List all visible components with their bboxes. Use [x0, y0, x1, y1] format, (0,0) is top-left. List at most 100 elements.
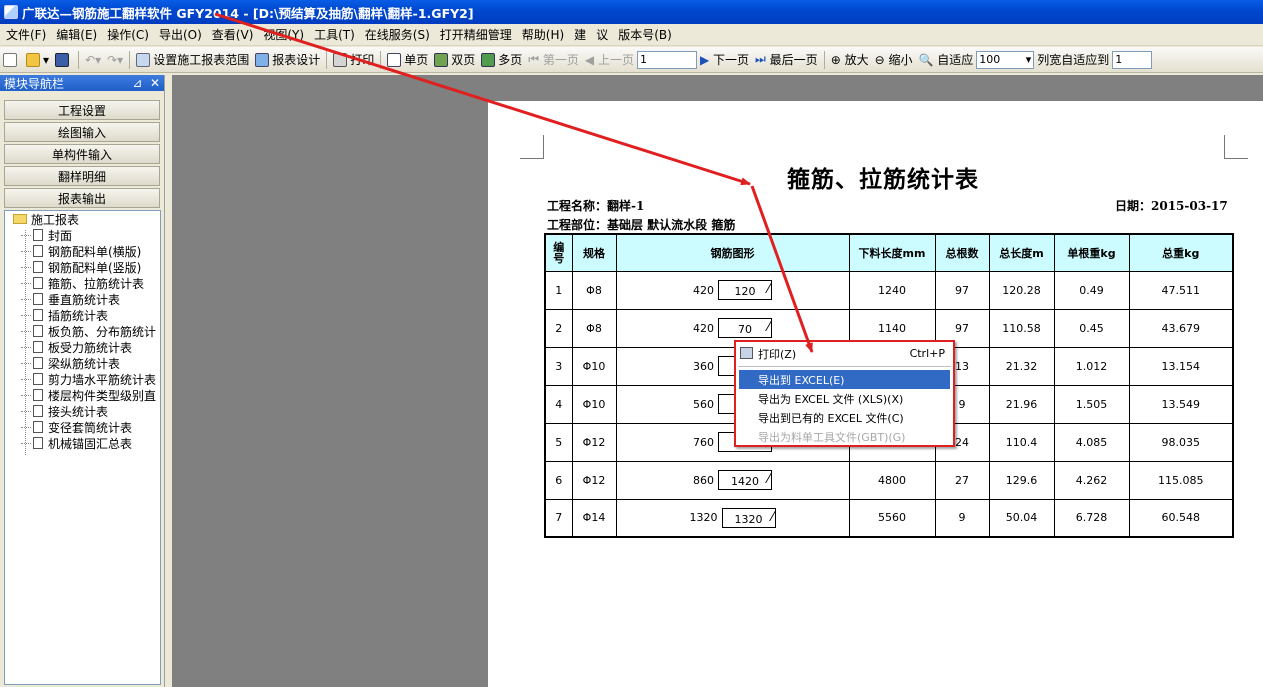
- menu-version[interactable]: 版本号(B): [618, 26, 672, 43]
- tree-item-floor-type[interactable]: 楼层构件类型级别直: [5, 387, 160, 403]
- cell-unit-weight: 6.728: [1053, 498, 1130, 538]
- header-unit-weight: 单根重kg: [1053, 233, 1130, 272]
- prev-page-button[interactable]: ◀ 上一页: [582, 49, 637, 71]
- nav-project-settings[interactable]: 工程设置: [4, 100, 160, 120]
- zoom-out-button[interactable]: ⊖ 缩小: [872, 49, 916, 71]
- redo-button[interactable]: ↷▾: [104, 49, 126, 71]
- last-page-button[interactable]: ⏭ 最后一页: [752, 49, 821, 71]
- save-icon: [55, 52, 70, 67]
- set-range-button[interactable]: 设置施工报表范围: [133, 49, 252, 71]
- tree-item-slab-main[interactable]: 板受力筋统计表: [5, 339, 160, 355]
- toolbar: ▾ ↶▾ ↷▾ 设置施工报表范围 报表设计 打印 单页 双页 多页 ⏮ 第一页 …: [0, 47, 1263, 73]
- fit-button[interactable]: 🔍 自适应: [915, 49, 976, 71]
- print-button[interactable]: 打印: [330, 49, 377, 71]
- cell-length: 1240: [848, 270, 936, 310]
- document-icon: [33, 309, 43, 321]
- next-page-icon: ▶: [699, 52, 714, 67]
- tree-item-sleeve[interactable]: 变径套筒统计表: [5, 419, 160, 435]
- nav-drawing-input[interactable]: 绘图输入: [4, 122, 160, 142]
- header-total-weight: 总重kg: [1128, 233, 1234, 272]
- tree-item-rebar-list-h[interactable]: 钢筋配料单(横版): [5, 243, 160, 259]
- menu-edit[interactable]: 编辑(E): [56, 26, 97, 43]
- menu-tools[interactable]: 工具(T): [314, 26, 355, 43]
- project-name: 工程名称：翻样-1: [547, 199, 645, 213]
- zoom-select[interactable]: 100 ▾: [976, 50, 1035, 69]
- cell-spec: Φ10: [571, 346, 617, 386]
- zoom-in-label: 放大: [844, 53, 869, 67]
- col-fit-label: 列宽自适应到: [1037, 53, 1110, 67]
- rebar-shape: 420 120: [693, 280, 772, 300]
- double-page-button[interactable]: 双页: [431, 49, 478, 71]
- nav-detail[interactable]: 翻样明细: [4, 166, 160, 186]
- report-design-button[interactable]: 报表设计: [252, 49, 323, 71]
- menu-item-export-xls[interactable]: 导出为 EXCEL 文件 (XLS)(X): [736, 389, 953, 408]
- last-page-icon: ⏭: [755, 52, 770, 66]
- tree-item-anchor[interactable]: 机械锚固汇总表: [5, 435, 160, 451]
- nav-report-output[interactable]: 报表输出: [4, 188, 160, 208]
- close-icon[interactable]: ✕: [150, 76, 160, 90]
- table-row: 7 Φ14 1320 1320 5560 9 50.04 6.728 60.548: [544, 498, 1234, 538]
- cell-length: 4800: [848, 460, 936, 500]
- menu-online[interactable]: 在线服务(S): [365, 26, 430, 43]
- single-page-label: 单页: [404, 53, 429, 67]
- pin-icon[interactable]: ⊿: [132, 76, 142, 90]
- tree-item-label: 钢筋配料单(竖版): [48, 260, 142, 275]
- menu-suggest-2[interactable]: 议: [596, 26, 608, 43]
- first-page-icon: ⏮: [528, 52, 543, 66]
- tree-item-cover[interactable]: 封面: [5, 227, 160, 243]
- col-fit-input[interactable]: 1: [1112, 50, 1153, 69]
- first-page-button[interactable]: ⏮ 第一页: [525, 49, 582, 71]
- menu-view[interactable]: 查看(V): [212, 26, 254, 43]
- tree-item-rebar-list-v[interactable]: 钢筋配料单(竖版): [5, 259, 160, 275]
- shape-inner-dim: 70: [738, 323, 752, 336]
- menu-help[interactable]: 帮助(H): [522, 26, 564, 43]
- page-number-input[interactable]: 1: [636, 50, 697, 69]
- prev-page-label: 上一页: [597, 53, 634, 67]
- header-shape: 钢筋图形: [615, 233, 850, 272]
- tree-item-stirrup-stats[interactable]: 箍筋、拉筋统计表: [5, 275, 160, 291]
- multi-page-icon: [481, 52, 496, 67]
- menu-suggest-1[interactable]: 建: [574, 26, 586, 43]
- undo-button[interactable]: ↶▾: [82, 49, 104, 71]
- magnifier-icon: 🔍: [918, 52, 938, 67]
- report-date: 日期：2015-03-17: [1115, 199, 1228, 213]
- header-count: 总根数: [934, 233, 990, 272]
- tree-item-dowel[interactable]: 插筋统计表: [5, 307, 160, 323]
- tree-item-joint[interactable]: 接头统计表: [5, 403, 160, 419]
- menu-item-print[interactable]: 打印(Z) Ctrl+P: [736, 344, 953, 363]
- tree-item-label: 板负筋、分布筋统计: [48, 324, 157, 339]
- tree-item-shear-wall[interactable]: 剪力墙水平筋统计表: [5, 371, 160, 387]
- tree-item-label: 剪力墙水平筋统计表: [48, 372, 157, 387]
- multi-page-button[interactable]: 多页: [478, 49, 525, 71]
- new-button[interactable]: [0, 49, 23, 71]
- next-page-button[interactable]: ▶ 下一页: [697, 49, 752, 71]
- menu-window[interactable]: 视图(Y): [263, 26, 304, 43]
- open-button[interactable]: ▾: [23, 49, 52, 71]
- tree-root[interactable]: 施工报表: [5, 211, 160, 227]
- menu-item-export-gbt[interactable]: 导出为料单工具文件(GBT)(G): [736, 427, 953, 446]
- cell-unit-weight: 0.45: [1053, 308, 1130, 348]
- document-icon: [33, 341, 43, 353]
- menu-export[interactable]: 导出(O): [159, 26, 202, 43]
- tree-root-label: 施工报表: [31, 212, 80, 227]
- menu-file[interactable]: 文件(F): [6, 26, 46, 43]
- tree-item-label: 机械锚固汇总表: [48, 436, 133, 451]
- zoom-in-button[interactable]: ⊕ 放大: [828, 49, 872, 71]
- tree-item-slab-neg[interactable]: 板负筋、分布筋统计: [5, 323, 160, 339]
- nav-single-component-input[interactable]: 单构件输入: [4, 144, 160, 164]
- tree-item-label: 箍筋、拉筋统计表: [48, 276, 145, 291]
- menu-item-export-excel[interactable]: 导出到 EXCEL(E): [739, 370, 950, 389]
- menu-fine-manage[interactable]: 打开精细管理: [440, 26, 512, 43]
- redo-icon: ↷▾: [107, 52, 124, 67]
- menu-operate[interactable]: 操作(C): [107, 26, 149, 43]
- save-button[interactable]: [52, 49, 75, 71]
- cell-no: 6: [544, 460, 573, 500]
- last-page-label: 最后一页: [769, 53, 818, 67]
- single-page-button[interactable]: 单页: [384, 49, 431, 71]
- menu-item-export-existing[interactable]: 导出到已有的 EXCEL 文件(C): [736, 408, 953, 427]
- tree-item-vertical-bar[interactable]: 垂直筋统计表: [5, 291, 160, 307]
- tree-item-beam-long[interactable]: 梁纵筋统计表: [5, 355, 160, 371]
- col-fit-button[interactable]: 列宽自适应到: [1034, 49, 1112, 71]
- cell-no: 1: [544, 270, 573, 310]
- document-icon: [33, 325, 43, 337]
